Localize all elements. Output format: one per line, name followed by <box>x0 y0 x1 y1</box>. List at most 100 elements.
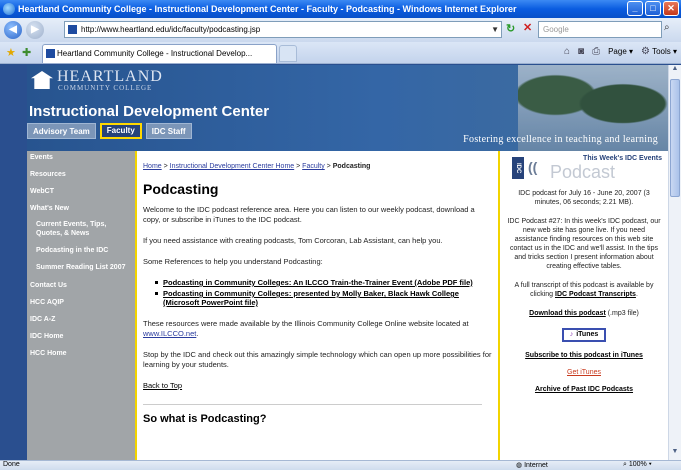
add-favorites-icon[interactable]: ✚ <box>22 46 31 59</box>
breadcrumb: Home > Instructional Development Center … <box>143 163 492 170</box>
heartland-logo-icon[interactable] <box>31 71 53 89</box>
nav-webct[interactable]: WebCT <box>30 187 132 196</box>
section-heading: So what is Podcasting? <box>143 413 267 425</box>
gear-icon: ⚙ <box>641 46 650 57</box>
tab-favicon-icon <box>46 49 55 58</box>
subscribe-itunes-link[interactable]: Subscribe to this podcast in iTunes <box>506 352 662 359</box>
status-text: Done <box>3 461 20 468</box>
section-tabs: Advisory Team Faculty IDC Staff <box>27 123 192 139</box>
refresh-icon[interactable]: ↻ <box>506 22 515 35</box>
breadcrumb-idc-home[interactable]: Instructional Development Center Home <box>170 163 295 170</box>
download-podcast-link[interactable]: Download this podcast <box>529 310 606 317</box>
nav-idc-home[interactable]: IDC Home <box>30 332 132 341</box>
transcript-end: . <box>635 291 638 298</box>
close-button[interactable]: ✕ <box>663 1 679 16</box>
new-tab-button[interactable] <box>279 45 297 62</box>
window-title-bar: Heartland Community College - Instructio… <box>0 0 681 18</box>
nav-podcasting[interactable]: Podcasting in the IDC <box>36 246 132 255</box>
window-title: Heartland Community College - Instructio… <box>18 4 517 14</box>
resources-text: These resources were made available by t… <box>143 319 469 328</box>
nav-idc-a-z[interactable]: IDC A-Z <box>30 315 132 324</box>
itunes-note-icon: ♪ <box>569 331 574 338</box>
breadcrumb-separator: > <box>161 163 170 170</box>
idc-badge: IDC <box>512 157 524 179</box>
breadcrumb-faculty[interactable]: Faculty <box>302 163 325 170</box>
nav-events[interactable]: Events <box>30 153 132 162</box>
page-viewport: HEARTLAND COMMUNITY COLLEGE Instructiona… <box>27 65 668 460</box>
banner-title: Instructional Development Center <box>29 103 270 120</box>
nav-contact-us[interactable]: Contact Us <box>30 281 132 290</box>
page-menu-label: Page <box>608 47 627 56</box>
site-favicon-icon <box>68 25 77 34</box>
status-bar: Done ◍ Internet ⌕ 100% ▾ <box>0 460 681 470</box>
print-icon[interactable]: ⎙ <box>592 46 600 57</box>
references-list: Podcasting in Community Colleges: An ILC… <box>155 278 492 307</box>
archive-link[interactable]: Archive of Past IDC Podcasts <box>506 386 662 393</box>
transcript-link[interactable]: IDC Podcast Transcripts <box>555 291 636 298</box>
tab-title: Heartland Community College - Instructio… <box>57 49 253 58</box>
address-input[interactable]: http://www.heartland.edu/idc/faculty/pod… <box>64 21 502 38</box>
vertical-scrollbar[interactable]: ▲ ▼ <box>668 65 681 460</box>
assistance-paragraph: If you need assistance with creating pod… <box>143 236 443 245</box>
page-title: Podcasting <box>143 181 219 197</box>
forward-button[interactable]: ▶ <box>26 21 44 39</box>
favorites-star-icon[interactable]: ★ <box>6 46 16 59</box>
zone-label: Internet <box>524 462 548 469</box>
podcast-wordmark: Podcast <box>550 162 616 182</box>
tab-faculty[interactable]: Faculty <box>99 123 142 139</box>
tab-advisory-team[interactable]: Advisory Team <box>27 123 96 139</box>
window-controls: _ □ ✕ <box>627 1 679 16</box>
nav-hcc-aqip[interactable]: HCC AQIP <box>30 298 132 307</box>
page-menu[interactable]: Page ▾ <box>608 47 633 56</box>
reference-link-black-hawk[interactable]: Podcasting in Community Colleges: presen… <box>163 289 459 307</box>
tools-menu-label: Tools <box>652 47 671 56</box>
nav-hcc-home[interactable]: HCC Home <box>30 349 132 358</box>
itunes-button[interactable]: ♪ iTunes <box>561 328 607 342</box>
resources-paragraph: These resources were made available by t… <box>143 319 492 339</box>
home-icon[interactable]: ⌂ <box>564 46 570 57</box>
maximize-button[interactable]: □ <box>645 1 661 16</box>
podcast-logo: IDC (( Podcast This Week's IDC Events <box>506 155 662 185</box>
resources-end: . <box>196 329 199 338</box>
scroll-down-icon[interactable]: ▼ <box>669 448 681 460</box>
nav-whats-new[interactable]: What's New <box>30 204 132 213</box>
references-intro: Some References to help you understand P… <box>143 257 323 266</box>
command-bar: ⌂ ◙ ⎙ Page ▾ ⚙ Tools ▾ <box>564 46 677 57</box>
security-zone: ◍ Internet <box>516 462 548 469</box>
intro-paragraph: Welcome to the IDC podcast reference are… <box>143 205 475 224</box>
browser-tab-active[interactable]: Heartland Community College - Instructio… <box>42 44 277 63</box>
nav-current-events[interactable]: Current Events, Tips, Quotes, & News <box>36 220 132 238</box>
divider <box>143 404 482 405</box>
breadcrumb-current: Podcasting <box>332 163 371 170</box>
feeds-icon[interactable]: ◙ <box>578 46 584 57</box>
get-itunes-link[interactable]: Get iTunes <box>506 369 662 376</box>
breadcrumb-home[interactable]: Home <box>143 163 162 170</box>
reference-link-ilcco[interactable]: Podcasting in Community Colleges: An ILC… <box>163 278 473 287</box>
ilcco-link[interactable]: www.ILCCO.net <box>143 329 196 338</box>
breadcrumb-separator: > <box>324 163 333 170</box>
address-url: http://www.heartland.edu/idc/faculty/pod… <box>81 25 261 34</box>
search-input[interactable]: Google <box>538 21 662 38</box>
tools-menu[interactable]: ⚙ Tools ▾ <box>641 46 677 57</box>
nav-resources[interactable]: Resources <box>30 170 132 179</box>
main-content: Home > Instructional Development Center … <box>135 151 500 460</box>
address-dropdown-icon[interactable]: ▼ <box>491 22 499 37</box>
left-navigation: Events Resources WebCT What's New Curren… <box>27 151 135 460</box>
nav-summer-reading[interactable]: Summer Reading List 2007 <box>36 263 132 272</box>
tab-idc-staff[interactable]: IDC Staff <box>145 123 192 139</box>
transcript-paragraph: A full transcript of this podcast is ava… <box>506 281 662 299</box>
stop-icon[interactable]: ✕ <box>523 21 532 34</box>
search-icon[interactable]: ⌕ <box>664 22 670 33</box>
address-toolbar: ◀ ▶ http://www.heartland.edu/idc/faculty… <box>0 18 681 42</box>
episode-description: IDC Podcast #27: In this week's IDC podc… <box>507 218 661 270</box>
ie-logo-icon <box>3 3 15 15</box>
minimize-button[interactable]: _ <box>627 1 643 16</box>
scroll-up-icon[interactable]: ▲ <box>669 65 681 77</box>
scrollbar-thumb[interactable] <box>670 79 680 197</box>
zoom-control[interactable]: ⌕ 100% ▾ <box>623 461 652 469</box>
list-item: Podcasting in Community Colleges: presen… <box>155 289 492 307</box>
itunes-button-label: iTunes <box>576 331 599 338</box>
back-button[interactable]: ◀ <box>4 21 22 39</box>
weekly-events-label[interactable]: This Week's IDC Events <box>583 155 662 162</box>
back-to-top-link[interactable]: Back to Top <box>143 381 492 390</box>
